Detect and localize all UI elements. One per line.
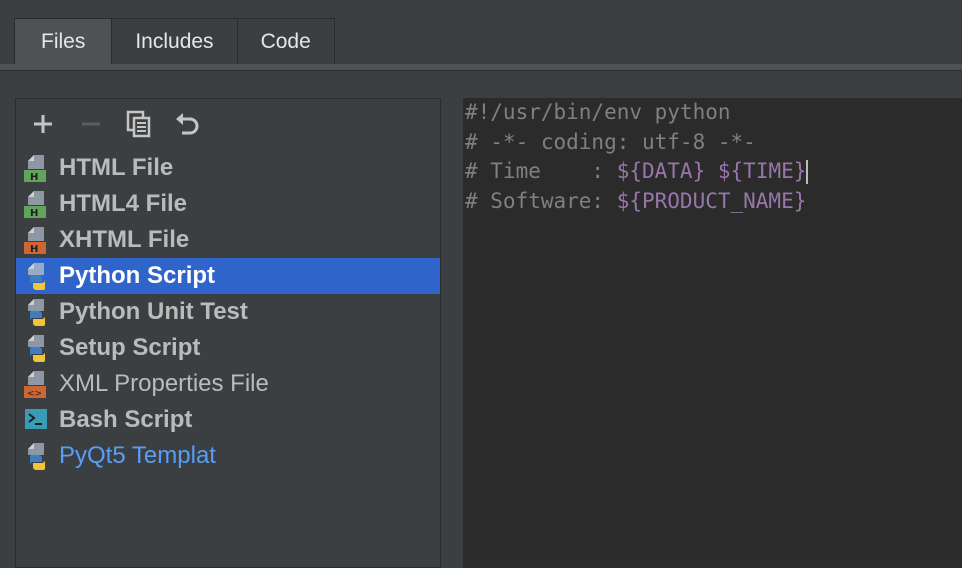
code-line: # Time : ${DATA} ${TIME} — [463, 157, 962, 187]
xhtml-file-icon: H — [24, 227, 46, 255]
templates-toolbar — [16, 99, 440, 149]
template-variable: ${TIME} — [717, 159, 807, 183]
reset-icon — [176, 113, 199, 135]
html-file-icon: H — [24, 155, 46, 183]
list-item[interactable]: Bash Script — [16, 402, 440, 438]
list-item-label: Python Script — [59, 262, 216, 289]
svg-text:H: H — [30, 172, 38, 183]
templates-panel: H HTML File H HTML4 File H XHTML File Py… — [15, 98, 441, 568]
tab-code[interactable]: Code — [237, 18, 335, 64]
list-item-label: XHTML File — [59, 226, 190, 253]
code-text: # Software: — [465, 188, 617, 213]
list-item[interactable]: Setup Script — [16, 330, 440, 366]
copy-template-button[interactable] — [122, 107, 156, 141]
template-variable: ${DATA} — [616, 159, 706, 183]
list-item-label: Setup Script — [59, 334, 201, 361]
list-item[interactable]: <> XML Properties File — [16, 366, 440, 402]
tab-files[interactable]: Files — [14, 18, 113, 64]
svg-text:H: H — [30, 244, 38, 255]
tab-strip — [0, 64, 962, 71]
copy-icon — [126, 110, 151, 138]
list-item[interactable]: Python Unit Test — [16, 294, 440, 330]
list-item[interactable]: H HTML File — [16, 150, 440, 186]
list-item-label: HTML File — [59, 154, 174, 181]
list-item-selected[interactable]: Python Script — [16, 258, 440, 294]
list-item-label: Python Unit Test — [59, 298, 248, 325]
python-file-icon — [28, 335, 46, 362]
python-file-icon — [28, 443, 46, 470]
add-template-button[interactable] — [26, 107, 60, 141]
code-line: # Software: ${PRODUCT_NAME} — [463, 187, 962, 217]
reset-template-button[interactable] — [170, 107, 204, 141]
minus-icon — [82, 122, 100, 126]
tab-bar: Files Includes Code — [0, 0, 962, 64]
list-item-label: Bash Script — [59, 406, 193, 433]
bash-file-icon — [25, 409, 47, 429]
svg-text:<>: <> — [27, 389, 42, 399]
svg-text:H: H — [30, 208, 38, 219]
plus-icon — [34, 115, 52, 133]
template-editor[interactable]: #!/usr/bin/env python # -*- coding: utf-… — [463, 98, 962, 568]
list-item[interactable]: H XHTML File — [16, 222, 440, 258]
code-text: # -*- coding: utf-8 -*- — [465, 129, 756, 154]
list-item-label: XML Properties File — [59, 370, 269, 397]
code-text: # Time : — [465, 159, 617, 183]
list-item[interactable]: H HTML4 File — [16, 186, 440, 222]
code-text: #!/usr/bin/env python — [465, 100, 731, 124]
html-file-icon: H — [24, 191, 46, 219]
remove-template-button[interactable] — [74, 107, 108, 141]
list-item-label: PyQt5 Templat — [59, 442, 216, 469]
xml-file-icon: <> — [24, 371, 46, 399]
list-item-label: HTML4 File — [59, 190, 188, 217]
python-file-icon — [28, 299, 46, 326]
python-file-icon — [28, 263, 46, 290]
templates-list: H HTML File H HTML4 File H XHTML File Py… — [16, 150, 440, 474]
template-variable: ${PRODUCT_NAME} — [616, 188, 807, 213]
text-caret — [806, 160, 809, 184]
tab-includes[interactable]: Includes — [112, 18, 238, 64]
list-item[interactable]: PyQt5 Templat — [16, 438, 440, 474]
tabs: Files Includes Code — [14, 18, 335, 64]
code-line: #!/usr/bin/env python — [463, 98, 962, 128]
code-line: # -*- coding: utf-8 -*- — [463, 128, 962, 158]
